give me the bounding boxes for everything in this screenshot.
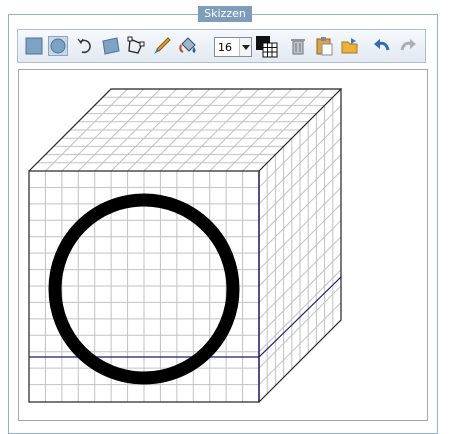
- surface-icon: [102, 37, 120, 55]
- rotate-button[interactable]: [75, 36, 95, 56]
- paste-icon: [316, 37, 333, 56]
- fill-bucket-icon: [179, 37, 196, 53]
- polygon-icon: [127, 36, 145, 54]
- paste-button[interactable]: [314, 36, 334, 56]
- font-size-value: 16: [218, 41, 232, 54]
- rotate-icon: [77, 38, 91, 54]
- pen-icon: [154, 37, 171, 54]
- sketch-toolbar: 16: [17, 29, 426, 63]
- panel-title: Skizzen: [198, 6, 252, 22]
- rectangle-button[interactable]: [24, 36, 44, 56]
- rectangle-icon: [25, 37, 43, 55]
- redo-button[interactable]: [398, 36, 418, 56]
- pen-button[interactable]: [152, 36, 172, 56]
- delete-button[interactable]: [288, 36, 308, 56]
- surface-button[interactable]: [101, 36, 121, 56]
- undo-button[interactable]: [372, 36, 392, 56]
- font-size-select[interactable]: 16: [214, 37, 252, 57]
- color-grid-icon: [256, 36, 278, 58]
- fill-bucket-button[interactable]: [178, 36, 198, 56]
- sketch-drawing: [28, 88, 343, 403]
- drawing-canvas[interactable]: [18, 69, 428, 421]
- polygon-button[interactable]: [126, 36, 146, 56]
- redo-icon: [400, 39, 416, 51]
- open-folder-button[interactable]: [340, 36, 360, 56]
- chevron-down-icon[interactable]: [239, 38, 251, 56]
- ellipse-button[interactable]: [48, 36, 68, 56]
- color-grid-button[interactable]: [255, 35, 279, 59]
- delete-icon: [291, 39, 305, 55]
- undo-icon: [374, 39, 390, 51]
- open-folder-icon: [341, 38, 358, 54]
- ellipse-icon: [50, 38, 66, 54]
